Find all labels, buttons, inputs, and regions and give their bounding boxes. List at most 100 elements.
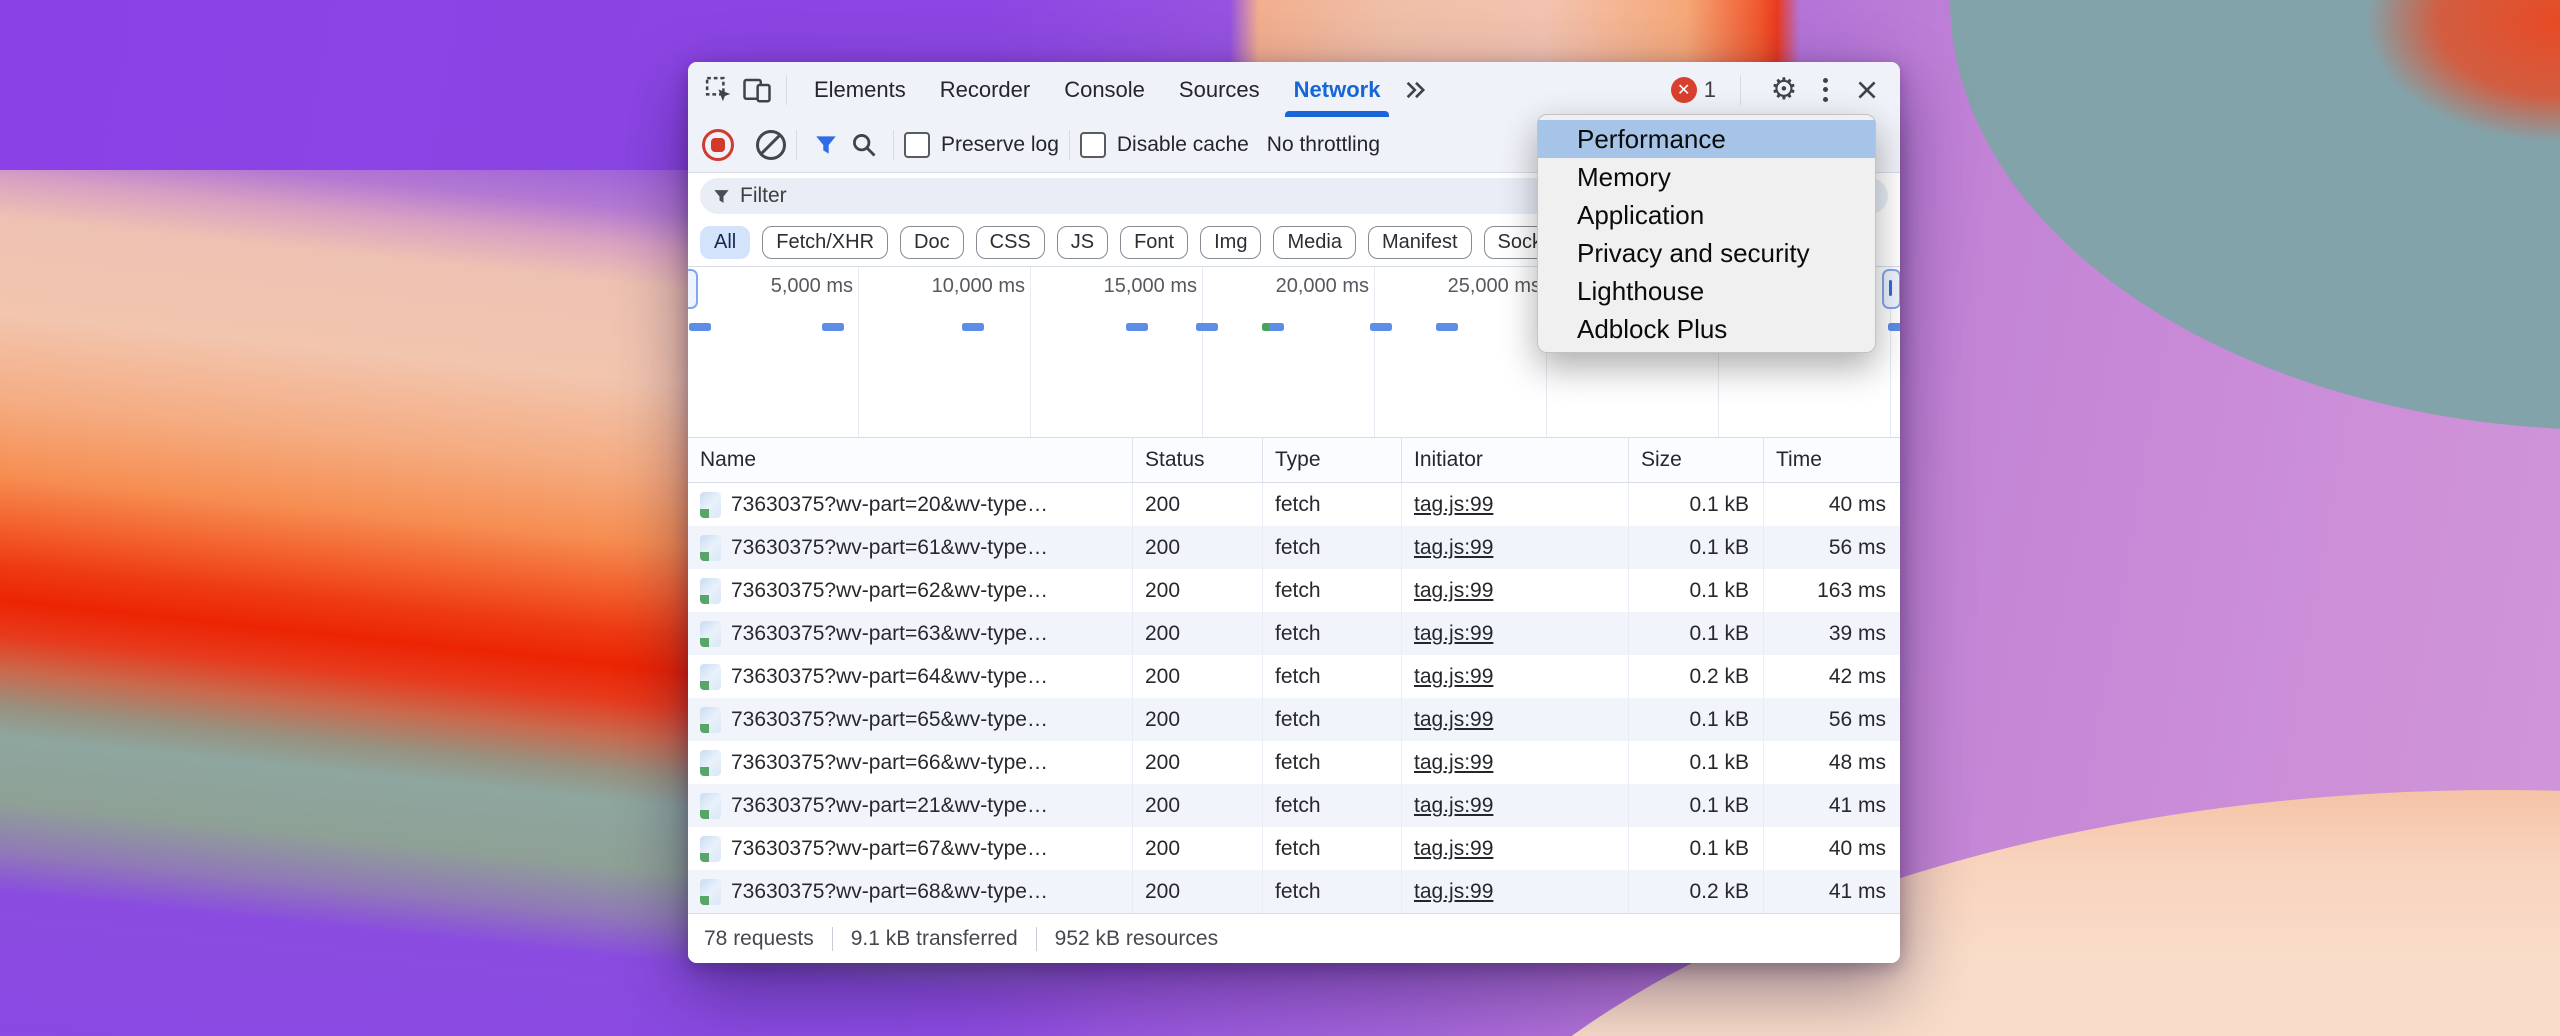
initiator-link[interactable]: tag.js:99 — [1414, 622, 1493, 646]
initiator-link[interactable]: tag.js:99 — [1414, 708, 1493, 732]
table-row[interactable]: 73630375?wv-part=67&wv-type… 200 fetch t… — [688, 827, 1900, 870]
table-row[interactable]: 73630375?wv-part=21&wv-type… 200 fetch t… — [688, 784, 1900, 827]
file-icon — [700, 663, 721, 690]
activity-mark — [1126, 323, 1148, 331]
initiator-cell: tag.js:99 — [1402, 655, 1629, 698]
time-cell: 40 ms — [1828, 836, 1886, 860]
table-row[interactable]: 73630375?wv-part=20&wv-type… 200 fetch t… — [688, 483, 1900, 526]
filter-chip[interactable]: CSS — [975, 226, 1045, 259]
table-row[interactable]: 73630375?wv-part=66&wv-type… 200 fetch t… — [688, 741, 1900, 784]
type-cell: fetch — [1263, 483, 1402, 526]
name-cell: 73630375?wv-part=61&wv-type… — [688, 526, 1133, 569]
initiator-cell: tag.js:99 — [1402, 526, 1629, 569]
initiator-link[interactable]: tag.js:99 — [1414, 880, 1493, 904]
column-header[interactable]: Size — [1629, 438, 1764, 482]
time-cell: 56 ms — [1828, 707, 1886, 731]
panel-tab[interactable]: Console — [1047, 62, 1162, 117]
name-cell: 73630375?wv-part=62&wv-type… — [688, 569, 1133, 612]
type-cell: fetch — [1263, 870, 1402, 913]
initiator-cell: tag.js:99 — [1402, 827, 1629, 870]
table-row[interactable]: 73630375?wv-part=61&wv-type… 200 fetch t… — [688, 526, 1900, 569]
filter-chip[interactable]: Media — [1273, 226, 1356, 259]
time-cell: 40 ms — [1828, 492, 1886, 516]
activity-mark — [1370, 323, 1392, 331]
initiator-link[interactable]: tag.js:99 — [1414, 751, 1493, 775]
initiator-link[interactable]: tag.js:99 — [1414, 579, 1493, 603]
preserve-log-checkbox[interactable] — [904, 131, 930, 158]
clear-network-log-icon[interactable] — [756, 129, 786, 160]
size-cell: 0.1 kB — [1629, 569, 1764, 612]
close-icon[interactable] — [1848, 71, 1886, 109]
status-cell: 200 — [1133, 569, 1263, 612]
menu-item[interactable]: Memory — [1538, 158, 1875, 196]
request-name: 73630375?wv-part=21&wv-type… — [731, 793, 1048, 817]
transferred-size: 9.1 kB transferred — [850, 926, 1018, 950]
disable-cache-checkbox[interactable] — [1079, 131, 1106, 158]
initiator-cell: tag.js:99 — [1402, 698, 1629, 741]
more-options-icon[interactable] — [1817, 77, 1834, 102]
resources-size: 952 kB resources — [1054, 926, 1219, 950]
table-row[interactable]: 73630375?wv-part=63&wv-type… 200 fetch t… — [688, 612, 1900, 655]
overview-right-handle[interactable] — [1882, 269, 1900, 309]
initiator-link[interactable]: tag.js:99 — [1414, 794, 1493, 818]
size-cell: 0.1 kB — [1629, 612, 1764, 655]
file-icon — [700, 835, 721, 862]
filter-chip[interactable]: Manifest — [1367, 226, 1472, 259]
overview-left-handle[interactable] — [688, 269, 698, 309]
column-header[interactable]: Name — [688, 438, 1133, 482]
size-cell: 0.1 kB — [1629, 784, 1764, 827]
table-row[interactable]: 73630375?wv-part=68&wv-type… 200 fetch t… — [688, 870, 1900, 913]
column-header[interactable]: Status — [1133, 438, 1263, 482]
panel-tab[interactable]: Sources — [1162, 62, 1277, 117]
filter-chip[interactable]: Font — [1120, 226, 1189, 259]
file-icon — [700, 792, 721, 819]
divider — [893, 129, 894, 160]
divider — [796, 129, 797, 160]
inspect-element-icon[interactable] — [700, 71, 738, 109]
activity-mark — [1888, 323, 1900, 331]
settings-gear-icon[interactable]: ⚙ — [1765, 71, 1803, 109]
name-cell: 73630375?wv-part=63&wv-type… — [688, 612, 1133, 655]
initiator-link[interactable]: tag.js:99 — [1414, 493, 1493, 517]
more-tabs-icon[interactable] — [1397, 71, 1435, 109]
record-network-log-icon[interactable] — [702, 128, 734, 161]
name-cell: 73630375?wv-part=20&wv-type… — [688, 483, 1133, 526]
search-icon[interactable] — [845, 126, 883, 164]
size-cell: 0.1 kB — [1629, 698, 1764, 741]
error-badge[interactable]: ✕ 1 — [1670, 76, 1716, 103]
menu-item[interactable]: Lighthouse — [1538, 272, 1875, 310]
error-count: 1 — [1703, 76, 1716, 102]
activity-mark — [689, 323, 711, 331]
type-cell: fetch — [1263, 612, 1402, 655]
menu-item[interactable]: Privacy and security — [1538, 234, 1875, 272]
initiator-link[interactable]: tag.js:99 — [1414, 665, 1493, 689]
table-row[interactable]: 73630375?wv-part=64&wv-type… 200 fetch t… — [688, 655, 1900, 698]
filter-funnel-icon[interactable] — [807, 126, 845, 164]
filter-chip[interactable]: All — [700, 226, 751, 259]
menu-item[interactable]: Application — [1538, 196, 1875, 234]
filter-chip[interactable]: Img — [1200, 226, 1262, 259]
name-cell: 73630375?wv-part=68&wv-type… — [688, 870, 1133, 913]
panel-tab[interactable]: Elements — [797, 62, 923, 117]
file-icon — [700, 534, 721, 561]
initiator-link[interactable]: tag.js:99 — [1414, 837, 1493, 861]
file-icon — [700, 878, 721, 905]
panel-tab[interactable]: Recorder — [923, 62, 1047, 117]
panel-tab[interactable]: Network — [1277, 62, 1398, 117]
request-table-body: 73630375?wv-part=20&wv-type… 200 fetch t… — [688, 483, 1900, 913]
menu-item[interactable]: Performance — [1538, 120, 1875, 158]
column-header[interactable]: Initiator — [1402, 438, 1629, 482]
initiator-link[interactable]: tag.js:99 — [1414, 536, 1493, 560]
size-cell: 0.1 kB — [1629, 526, 1764, 569]
throttling-dropdown[interactable]: No throttling — [1267, 133, 1380, 157]
table-row[interactable]: 73630375?wv-part=62&wv-type… 200 fetch t… — [688, 569, 1900, 612]
preserve-log-label: Preserve log — [941, 132, 1059, 156]
column-header[interactable]: Type — [1263, 438, 1402, 482]
device-toolbar-icon[interactable] — [738, 71, 776, 109]
column-header[interactable]: Time — [1764, 438, 1900, 482]
table-row[interactable]: 73630375?wv-part=65&wv-type… 200 fetch t… — [688, 698, 1900, 741]
filter-chip[interactable]: Fetch/XHR — [762, 226, 889, 259]
filter-chip[interactable]: Doc — [900, 226, 964, 259]
filter-chip[interactable]: JS — [1056, 226, 1109, 259]
menu-item[interactable]: Adblock Plus — [1538, 310, 1875, 348]
